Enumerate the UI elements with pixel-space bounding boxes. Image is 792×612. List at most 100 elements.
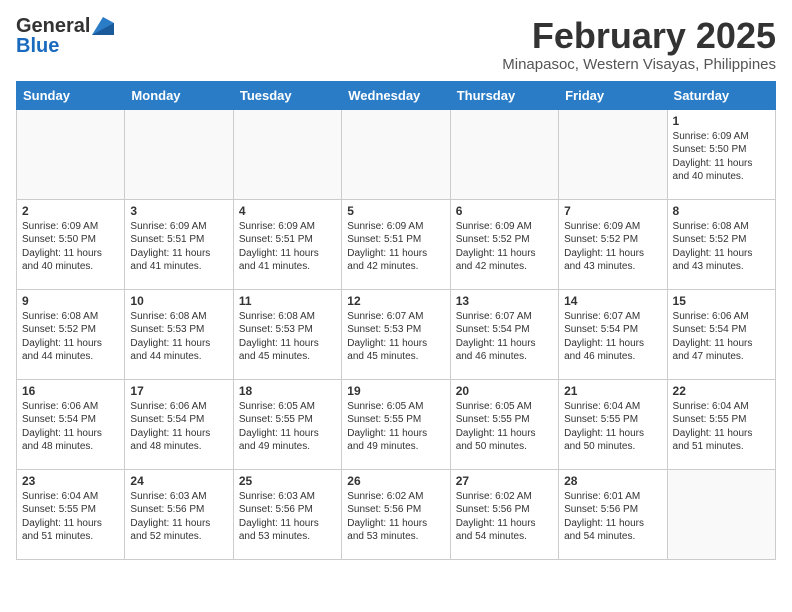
day-number: 2 (22, 204, 119, 218)
calendar-cell: 16Sunrise: 6:06 AM Sunset: 5:54 PM Dayli… (17, 379, 125, 469)
calendar-cell: 28 Sunrise: 6:01 AM Sunset: 5:56 PM Dayli… (559, 469, 667, 559)
calendar-cell: 9 Sunrise: 6:08 AM Sunset: 5:52 PM Daylig… (17, 289, 125, 379)
header-tuesday: Tuesday (233, 81, 341, 109)
day-number: 10 (130, 294, 227, 308)
day-info: Sunrise: 6:09 AM Sunset: 5:50 PM Dayligh… (673, 130, 770, 184)
calendar-cell: 4 Sunrise: 6:09 AM Sunset: 5:51 PM Daylig… (233, 199, 341, 289)
calendar-cell (125, 109, 233, 199)
logo-icon (92, 17, 114, 35)
day-number: 24 (130, 474, 227, 488)
calendar-cell: 8 Sunrise: 6:08 AM Sunset: 5:52 PM Daylig… (667, 199, 775, 289)
calendar-week-row: 9 Sunrise: 6:08 AM Sunset: 5:52 PM Daylig… (17, 289, 776, 379)
day-number: 26 (347, 474, 444, 488)
day-number: 23 (22, 474, 119, 488)
day-info: Sunrise: 6:05 AM Sunset: 5:55 PM Dayligh… (347, 400, 444, 454)
logo: General Blue (16, 16, 114, 56)
day-info: Sunrise: 6:03 AM Sunset: 5:56 PM Dayligh… (130, 490, 227, 544)
day-info: Sunrise: 6:02 AM Sunset: 5:56 PM Dayligh… (456, 490, 553, 544)
day-number: 9 (22, 294, 119, 308)
calendar-cell: 5 Sunrise: 6:09 AM Sunset: 5:51 PM Daylig… (342, 199, 450, 289)
day-number: 5 (347, 204, 444, 218)
day-info: Sunrise: 6:01 AM Sunset: 5:56 PM Dayligh… (564, 490, 661, 544)
day-number: 20 (456, 384, 553, 398)
day-info: Sunrise: 6:08 AM Sunset: 5:53 PM Dayligh… (130, 310, 227, 364)
day-number: 8 (673, 204, 770, 218)
calendar-cell: 6Sunrise: 6:09 AM Sunset: 5:52 PM Daylig… (450, 199, 558, 289)
header-wednesday: Wednesday (342, 81, 450, 109)
day-info: Sunrise: 6:06 AM Sunset: 5:54 PM Dayligh… (130, 400, 227, 454)
logo-general: General (16, 16, 90, 36)
header-monday: Monday (125, 81, 233, 109)
day-info: Sunrise: 6:08 AM Sunset: 5:52 PM Dayligh… (22, 310, 119, 364)
logo-blue: Blue (16, 36, 59, 56)
calendar-cell: 13Sunrise: 6:07 AM Sunset: 5:54 PM Dayli… (450, 289, 558, 379)
day-number: 27 (456, 474, 553, 488)
day-number: 13 (456, 294, 553, 308)
calendar-cell (667, 469, 775, 559)
day-number: 12 (347, 294, 444, 308)
day-number: 18 (239, 384, 336, 398)
calendar-cell: 27 Sunrise: 6:02 AM Sunset: 5:56 PM Dayli… (450, 469, 558, 559)
day-info: Sunrise: 6:04 AM Sunset: 5:55 PM Dayligh… (564, 400, 661, 454)
calendar-cell: 11Sunrise: 6:08 AM Sunset: 5:53 PM Dayli… (233, 289, 341, 379)
day-number: 19 (347, 384, 444, 398)
day-number: 1 (673, 114, 770, 128)
header-thursday: Thursday (450, 81, 558, 109)
calendar-cell: 23 Sunrise: 6:04 AM Sunset: 5:55 PM Dayli… (17, 469, 125, 559)
calendar-table: Sunday Monday Tuesday Wednesday Thursday… (16, 81, 776, 560)
calendar-cell (233, 109, 341, 199)
calendar-title: February 2025 (502, 16, 776, 56)
day-number: 15 (673, 294, 770, 308)
calendar-cell (559, 109, 667, 199)
day-info: Sunrise: 6:07 AM Sunset: 5:53 PM Dayligh… (347, 310, 444, 364)
calendar-week-row: 1 Sunrise: 6:09 AM Sunset: 5:50 PM Daylig… (17, 109, 776, 199)
day-info: Sunrise: 6:04 AM Sunset: 5:55 PM Dayligh… (22, 490, 119, 544)
day-number: 22 (673, 384, 770, 398)
calendar-cell: 12 Sunrise: 6:07 AM Sunset: 5:53 PM Dayli… (342, 289, 450, 379)
day-number: 4 (239, 204, 336, 218)
day-number: 25 (239, 474, 336, 488)
day-info: Sunrise: 6:07 AM Sunset: 5:54 PM Dayligh… (564, 310, 661, 364)
calendar-header-row: Sunday Monday Tuesday Wednesday Thursday… (17, 81, 776, 109)
day-info: Sunrise: 6:06 AM Sunset: 5:54 PM Dayligh… (673, 310, 770, 364)
calendar-cell: 1 Sunrise: 6:09 AM Sunset: 5:50 PM Daylig… (667, 109, 775, 199)
calendar-cell: 14Sunrise: 6:07 AM Sunset: 5:54 PM Dayli… (559, 289, 667, 379)
calendar-cell: 17 Sunrise: 6:06 AM Sunset: 5:54 PM Dayli… (125, 379, 233, 469)
day-number: 17 (130, 384, 227, 398)
calendar-cell (342, 109, 450, 199)
day-info: Sunrise: 6:09 AM Sunset: 5:52 PM Dayligh… (564, 220, 661, 274)
calendar-cell (17, 109, 125, 199)
calendar-subtitle: Minapasoc, Western Visayas, Philippines (502, 56, 776, 73)
calendar-week-row: 23 Sunrise: 6:04 AM Sunset: 5:55 PM Dayli… (17, 469, 776, 559)
day-number: 11 (239, 294, 336, 308)
calendar-cell: 25 Sunrise: 6:03 AM Sunset: 5:56 PM Dayli… (233, 469, 341, 559)
day-info: Sunrise: 6:04 AM Sunset: 5:55 PM Dayligh… (673, 400, 770, 454)
calendar-cell: 24 Sunrise: 6:03 AM Sunset: 5:56 PM Dayli… (125, 469, 233, 559)
day-info: Sunrise: 6:09 AM Sunset: 5:51 PM Dayligh… (239, 220, 336, 274)
day-info: Sunrise: 6:09 AM Sunset: 5:51 PM Dayligh… (347, 220, 444, 274)
calendar-cell: 2 Sunrise: 6:09 AM Sunset: 5:50 PM Daylig… (17, 199, 125, 289)
page-header: General Blue February 2025 Minapasoc, We… (16, 16, 776, 73)
day-info: Sunrise: 6:09 AM Sunset: 5:51 PM Dayligh… (130, 220, 227, 274)
header-sunday: Sunday (17, 81, 125, 109)
day-number: 6 (456, 204, 553, 218)
calendar-week-row: 2 Sunrise: 6:09 AM Sunset: 5:50 PM Daylig… (17, 199, 776, 289)
day-info: Sunrise: 6:05 AM Sunset: 5:55 PM Dayligh… (239, 400, 336, 454)
day-info: Sunrise: 6:06 AM Sunset: 5:54 PM Dayligh… (22, 400, 119, 454)
day-number: 28 (564, 474, 661, 488)
day-info: Sunrise: 6:09 AM Sunset: 5:50 PM Dayligh… (22, 220, 119, 274)
calendar-cell: 22 Sunrise: 6:04 AM Sunset: 5:55 PM Dayli… (667, 379, 775, 469)
day-number: 21 (564, 384, 661, 398)
calendar-cell: 19 Sunrise: 6:05 AM Sunset: 5:55 PM Dayli… (342, 379, 450, 469)
day-info: Sunrise: 6:08 AM Sunset: 5:52 PM Dayligh… (673, 220, 770, 274)
calendar-cell: 10 Sunrise: 6:08 AM Sunset: 5:53 PM Dayli… (125, 289, 233, 379)
calendar-cell: 20 Sunrise: 6:05 AM Sunset: 5:55 PM Dayli… (450, 379, 558, 469)
calendar-cell: 7Sunrise: 6:09 AM Sunset: 5:52 PM Daylig… (559, 199, 667, 289)
day-info: Sunrise: 6:03 AM Sunset: 5:56 PM Dayligh… (239, 490, 336, 544)
header-saturday: Saturday (667, 81, 775, 109)
calendar-cell: 26 Sunrise: 6:02 AM Sunset: 5:56 PM Dayli… (342, 469, 450, 559)
day-number: 3 (130, 204, 227, 218)
day-info: Sunrise: 6:02 AM Sunset: 5:56 PM Dayligh… (347, 490, 444, 544)
day-info: Sunrise: 6:05 AM Sunset: 5:55 PM Dayligh… (456, 400, 553, 454)
title-block: February 2025 Minapasoc, Western Visayas… (502, 16, 776, 73)
